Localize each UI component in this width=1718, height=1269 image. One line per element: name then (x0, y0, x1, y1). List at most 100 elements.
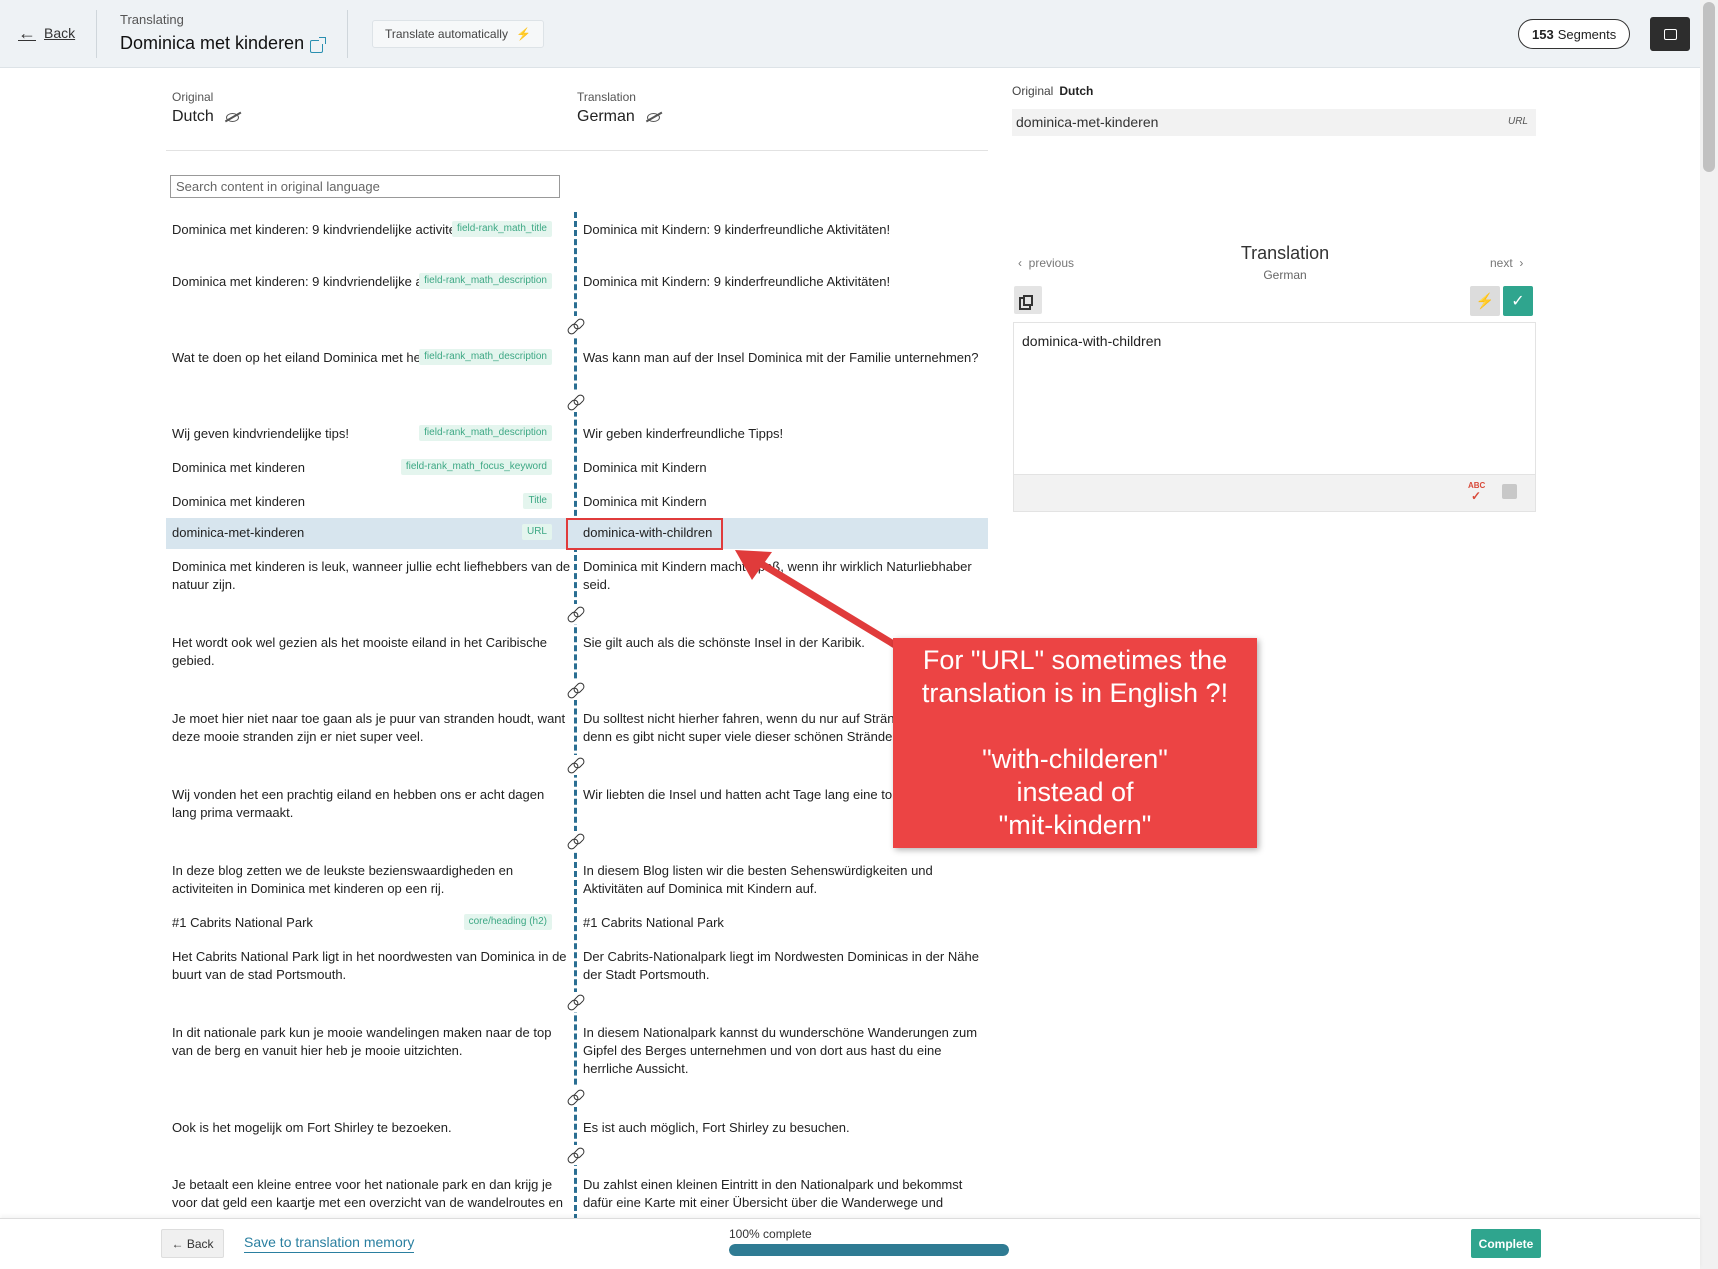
segment-row[interactable]: In dit nationale park kun je mooie wande… (166, 1018, 988, 1082)
segment-row[interactable]: Wij geven kindvriendelijke tips! field-r… (166, 419, 988, 449)
scrollbar-track[interactable] (1700, 0, 1718, 1269)
glossary-icon[interactable] (1502, 484, 1517, 499)
segments-label: Segments (1557, 26, 1617, 42)
segment-target[interactable]: Es ist auch möglich, Fort Shirley zu bes… (583, 1119, 983, 1137)
highlight-box (566, 518, 723, 550)
panel-subtitle: German (1263, 268, 1307, 282)
segment-target[interactable]: In diesem Blog listen wir die besten Seh… (583, 862, 983, 898)
save-to-memory-link[interactable]: Save to translation memory (244, 1234, 415, 1253)
link-icon[interactable] (565, 755, 585, 775)
link-icon[interactable] (565, 316, 585, 336)
translate-automatically-label: Translate automatically (385, 27, 508, 41)
link-icon[interactable] (565, 604, 585, 624)
panel-original-header: Original Dutch (1012, 84, 1093, 98)
segment-row[interactable]: Je betaalt een kleine entree voor het na… (166, 1170, 988, 1216)
bolt-icon: ⚡ (515, 27, 531, 41)
link-icon[interactable] (565, 831, 585, 851)
eye-off-icon[interactable] (225, 112, 239, 122)
copy-icon (1023, 294, 1033, 306)
segment-target[interactable]: Du zahlst einen kleinen Eintritt in den … (583, 1176, 983, 1212)
callout-line: translation is in English ?! (921, 678, 1229, 708)
segment-row[interactable]: Wat te doen op het eiland Dominica met h… (166, 343, 988, 389)
segment-target[interactable]: Der Cabrits-Nationalpark liegt im Nordwe… (583, 948, 983, 984)
segment-target[interactable]: Dominica mit Kindern: 9 kinderfreundlich… (583, 221, 983, 239)
segment-source: Je betaalt een kleine entree voor het na… (172, 1177, 563, 1210)
chevron-right-icon: › (1519, 256, 1524, 270)
callout-line: "with-childeren" (982, 744, 1168, 774)
segment-row[interactable]: Je moet hier niet naar toe gaan als je p… (166, 704, 988, 750)
segment-row[interactable]: In deze blog zetten we de leukste bezien… (166, 856, 988, 902)
complete-button[interactable]: Complete (1471, 1229, 1541, 1258)
previous-button[interactable]: ‹ previous (1018, 256, 1074, 270)
divider (347, 10, 348, 58)
translation-language: German (577, 108, 660, 126)
callout-line: For "URL" sometimes the (922, 645, 1228, 675)
auto-translate-segment-button[interactable]: ⚡ (1470, 286, 1500, 316)
search-input[interactable] (170, 175, 560, 198)
external-link-icon[interactable] (310, 37, 327, 53)
segment-target[interactable]: Dominica mit Kindern (583, 459, 983, 477)
back-link[interactable]: ← Back (18, 24, 75, 42)
top-bar: ← Back Translating Dominica met kinderen … (0, 0, 1700, 68)
translation-textarea[interactable]: dominica-with-children (1013, 322, 1536, 474)
header-divider (166, 150, 988, 151)
progress-fill (729, 1244, 1009, 1256)
segment-target[interactable]: In diesem Nationalpark kannst du wunders… (583, 1024, 983, 1078)
segments-count-badge[interactable]: 153 Segments (1518, 19, 1631, 49)
panel-original-label: Original (1012, 84, 1054, 98)
segment-row[interactable]: Dominica met kinderen field-rank_math_fo… (166, 453, 988, 483)
segment-target[interactable]: #1 Cabrits National Park (583, 914, 983, 932)
spellcheck-icon[interactable]: ABC (1468, 482, 1485, 502)
segment-tag: field-rank_math_description (419, 273, 552, 289)
progress-bar (729, 1244, 1009, 1256)
link-icon[interactable] (565, 1087, 585, 1107)
eye-off-icon[interactable] (646, 112, 660, 122)
link-icon[interactable] (565, 1145, 585, 1165)
page-title: Dominica met kinderen (120, 33, 327, 54)
segment-target[interactable]: Dominica mit Kindern: 9 kinderfreundlich… (583, 273, 983, 291)
link-icon[interactable] (565, 392, 585, 412)
next-button[interactable]: next › (1490, 256, 1523, 270)
comments-button[interactable] (1650, 17, 1690, 51)
footer-back-button[interactable]: ← Back (161, 1229, 224, 1258)
segment-tag: field-rank_math_title (451, 221, 552, 237)
segment-row[interactable]: Dominica met kinderen Title Dominica mit… (166, 487, 988, 517)
segment-target[interactable]: Dominica mit Kindern (583, 493, 983, 511)
panel-original-language: Dutch (1059, 84, 1094, 98)
segment-tag: Title (523, 493, 552, 509)
scrollbar-thumb[interactable] (1703, 2, 1715, 172)
translate-automatically-button[interactable]: Translate automatically ⚡ (372, 20, 544, 48)
segment-row[interactable]: Dominica met kinderen: 9 kindvriendelijk… (166, 267, 988, 313)
segment-source: In deze blog zetten we de leukste bezien… (172, 863, 514, 896)
translation-language-name: German (577, 108, 635, 125)
link-icon[interactable] (565, 680, 585, 700)
segment-tag: URL (521, 524, 552, 540)
segment-row[interactable]: #1 Cabrits National Park core/heading (h… (166, 908, 988, 938)
segment-row[interactable]: Dominica met kinderen: 9 kindvriendelijk… (166, 215, 988, 261)
divider (96, 10, 97, 58)
segment-row[interactable]: Wij vonden het een prachtig eiland en he… (166, 780, 988, 826)
original-column-header: Original Dutch (172, 90, 239, 126)
segment-source: Het wordt ook wel gezien als het mooiste… (172, 635, 548, 668)
segment-source: dominica-met-kinderen (172, 525, 305, 540)
segment-target[interactable]: Was kann man auf der Insel Dominica mit … (583, 349, 983, 367)
copy-original-button[interactable] (1014, 286, 1042, 314)
segment-row[interactable]: Het Cabrits National Park ligt in het no… (166, 942, 988, 988)
next-label: next (1490, 256, 1513, 270)
segment-source: Het Cabrits National Park ligt in het no… (172, 949, 567, 982)
segment-tag: field-rank_math_focus_keyword (400, 459, 552, 475)
link-icon[interactable] (565, 992, 585, 1012)
page-title-text: Dominica met kinderen (120, 33, 305, 53)
segment-source: Dominica met kinderen is leuk, wanneer j… (172, 559, 571, 592)
panel-original-value: dominica-met-kinderen URL (1012, 109, 1536, 136)
segment-row[interactable]: Ook is het mogelijk om Fort Shirley te b… (166, 1113, 988, 1143)
callout-spacer (893, 710, 1257, 743)
translating-label: Translating (120, 12, 184, 27)
segments-count: 153 (1532, 26, 1554, 42)
segment-source: Je moet hier niet naar toe gaan als je p… (172, 711, 566, 744)
segment-target[interactable]: Wir geben kinderfreundliche Tipps! (583, 425, 983, 443)
segment-source: Ook is het mogelijk om Fort Shirley te b… (172, 1120, 452, 1135)
original-language: Dutch (172, 108, 239, 126)
segment-tag: field-rank_math_description (419, 425, 552, 441)
confirm-button[interactable]: ✓ (1503, 286, 1533, 316)
